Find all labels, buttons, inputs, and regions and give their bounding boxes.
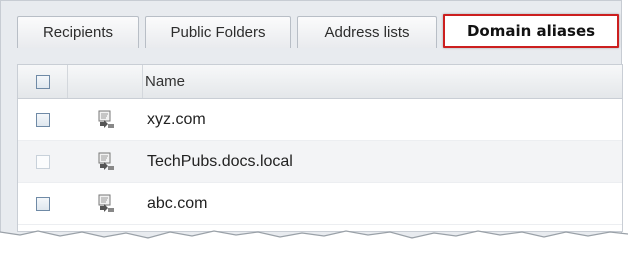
select-all-cell bbox=[18, 65, 68, 98]
row-check-cell bbox=[18, 183, 68, 224]
select-all-checkbox[interactable] bbox=[35, 74, 50, 89]
tab-recipients[interactable]: Recipients bbox=[17, 16, 139, 48]
tab-domain-aliases[interactable]: Domain aliases bbox=[443, 14, 619, 48]
domain-alias-icon bbox=[68, 99, 143, 140]
admin-panel: Recipients Public Folders Address lists … bbox=[0, 0, 625, 238]
domain-alias-icon bbox=[68, 183, 143, 224]
torn-edge bbox=[0, 230, 628, 255]
row-name: TechPubs.docs.local bbox=[147, 152, 293, 170]
row-check-cell bbox=[18, 141, 68, 182]
tab-public-folders[interactable]: Public Folders bbox=[145, 16, 291, 48]
domain-aliases-grid: Name xyz.com TechPubs.docs.local abc.com bbox=[17, 64, 623, 232]
screenshot-frame: Recipients Public Folders Address lists … bbox=[0, 0, 628, 255]
table-row[interactable]: abc.com bbox=[18, 183, 622, 225]
row-name: xyz.com bbox=[147, 110, 206, 128]
row-checkbox[interactable] bbox=[36, 112, 50, 127]
tab-address-lists[interactable]: Address lists bbox=[297, 16, 437, 48]
row-check-cell bbox=[18, 99, 68, 140]
icon-column-header bbox=[68, 65, 143, 98]
name-column-header[interactable]: Name bbox=[143, 73, 185, 90]
domain-alias-icon bbox=[68, 141, 143, 182]
row-name: abc.com bbox=[147, 194, 208, 212]
table-row[interactable]: TechPubs.docs.local bbox=[18, 141, 622, 183]
table-row[interactable]: xyz.com bbox=[18, 99, 622, 141]
tab-bar: Recipients Public Folders Address lists … bbox=[17, 14, 625, 48]
grid-header: Name bbox=[18, 65, 622, 99]
row-checkbox[interactable] bbox=[36, 196, 50, 211]
row-checkbox[interactable] bbox=[36, 154, 50, 169]
